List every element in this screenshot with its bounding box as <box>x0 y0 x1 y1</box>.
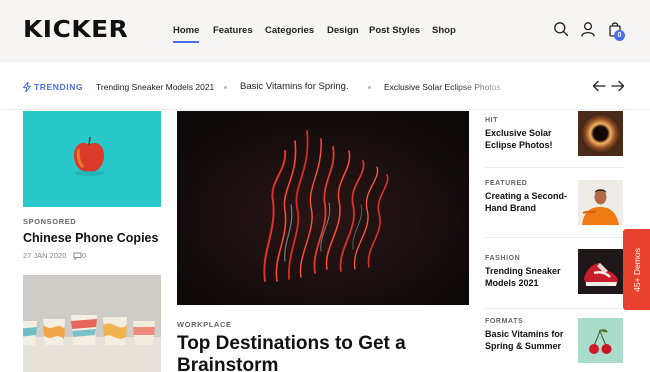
trending-item[interactable]: Basic Vitamins for Spring. <box>240 81 349 93</box>
demos-tab[interactable]: 45+ Demos <box>623 229 650 310</box>
apple-image[interactable] <box>23 111 161 207</box>
solar-eclipse-image[interactable] <box>578 111 623 156</box>
card-title[interactable]: Chinese Phone Copies <box>23 231 158 245</box>
side-article-category[interactable]: HIT <box>485 117 498 124</box>
comment-icon[interactable] <box>73 252 82 260</box>
site-header: KICKER Home Features Categories Design P… <box>0 0 650 62</box>
nav-shop[interactable]: Shop <box>432 25 456 37</box>
nav-design[interactable]: Design <box>327 25 359 37</box>
divider <box>485 237 623 238</box>
side-article-category[interactable]: FASHION <box>485 255 520 262</box>
featured-category[interactable]: WORKPLACE <box>177 320 232 329</box>
separator-dot <box>224 86 227 89</box>
side-article-title[interactable]: Basic Vitamins for Spring & Summer <box>485 329 569 352</box>
separator-dot <box>368 86 371 89</box>
cherries-image[interactable] <box>578 318 623 363</box>
trending-bar: TRENDING Trending Sneaker Models 2021 Ba… <box>0 62 650 110</box>
nav-categories[interactable]: Categories <box>265 25 314 37</box>
side-article-title[interactable]: Exclusive Solar Eclipse Photos! <box>485 128 569 151</box>
comment-count: 0 <box>82 251 87 260</box>
site-logo[interactable]: KICKER <box>23 16 128 44</box>
featured-title[interactable]: Top Destinations to Get a Brainstorm <box>177 333 467 372</box>
arrow-right-icon[interactable] <box>611 80 625 92</box>
ceramic-cups-image[interactable] <box>23 275 161 372</box>
demos-tab-label: 45+ Demos <box>631 247 642 292</box>
divider <box>485 167 623 168</box>
side-article-title[interactable]: Creating a Second-Hand Brand <box>485 191 569 214</box>
nav-features[interactable]: Features <box>213 25 253 37</box>
search-icon[interactable] <box>553 21 569 37</box>
cart-count-badge: 0 <box>614 30 625 41</box>
side-article-title[interactable]: Trending Sneaker Models 2021 <box>485 266 569 289</box>
card-date: 27 JAN 2020 <box>23 251 67 260</box>
user-icon[interactable] <box>580 21 596 37</box>
man-in-orange-image[interactable] <box>578 180 623 225</box>
lightning-icon <box>23 82 31 92</box>
side-article-category[interactable]: FEATURED <box>485 180 527 187</box>
arrow-left-icon[interactable] <box>592 80 606 92</box>
nav-post-styles[interactable]: Post Styles <box>369 25 420 37</box>
trending-fade <box>450 72 560 102</box>
divider <box>485 308 623 309</box>
featured-image[interactable] <box>177 111 469 305</box>
nav-home[interactable]: Home <box>173 25 200 43</box>
trending-item[interactable]: Trending Sneaker Models 2021 <box>96 81 214 93</box>
red-sneaker-image[interactable] <box>578 249 623 294</box>
card-category[interactable]: SPONSORED <box>23 217 76 226</box>
side-article-category[interactable]: FORMATS <box>485 318 523 325</box>
